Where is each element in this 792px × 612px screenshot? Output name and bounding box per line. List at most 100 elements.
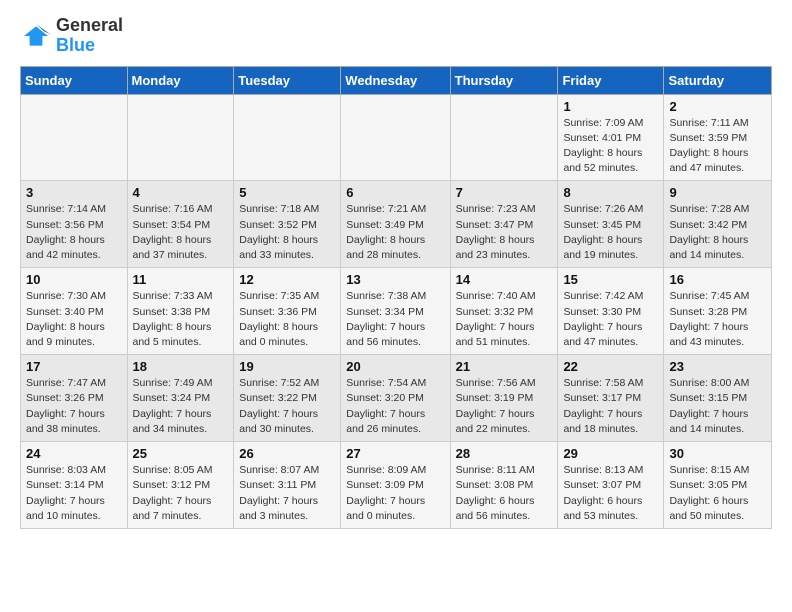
calendar-cell: 23Sunrise: 8:00 AM Sunset: 3:15 PM Dayli…	[664, 355, 772, 442]
day-number: 10	[26, 272, 122, 287]
day-info: Sunrise: 7:47 AM Sunset: 3:26 PM Dayligh…	[26, 376, 122, 437]
day-info: Sunrise: 7:38 AM Sunset: 3:34 PM Dayligh…	[346, 289, 444, 350]
weekday-header-monday: Monday	[127, 66, 234, 94]
calendar-week-4: 17 Sunrise: 7:47 AM Sunset: 3:26 PM Dayli…	[21, 355, 772, 442]
calendar-cell: 1 Sunrise: 7:09 AM Sunset: 4:01 PM Daylig…	[558, 94, 664, 181]
weekday-header-saturday: Saturday	[664, 66, 772, 94]
day-info: Sunrise: 7:33 AM Sunset: 3:38 PM Dayligh…	[133, 289, 229, 350]
day-number: 4	[133, 185, 229, 200]
calendar-cell: 19 Sunrise: 7:52 AM Sunset: 3:22 PM Dayli…	[234, 355, 341, 442]
calendar-cell: 8 Sunrise: 7:26 AM Sunset: 3:45 PM Daylig…	[558, 181, 664, 268]
calendar-cell	[127, 94, 234, 181]
day-info: Sunrise: 8:05 AM Sunset: 3:12 PM Dayligh…	[133, 463, 229, 524]
calendar-cell: 29 Sunrise: 8:13 AM Sunset: 3:07 PM Dayli…	[558, 442, 664, 529]
day-info: Sunrise: 7:26 AM Sunset: 3:45 PM Dayligh…	[563, 202, 658, 263]
logo: General Blue	[20, 16, 123, 56]
day-info: Sunrise: 7:56 AM Sunset: 3:19 PM Dayligh…	[456, 376, 553, 437]
day-info: Sunrise: 7:52 AM Sunset: 3:22 PM Dayligh…	[239, 376, 335, 437]
day-number: 14	[456, 272, 553, 287]
calendar-cell: 26 Sunrise: 8:07 AM Sunset: 3:11 PM Dayli…	[234, 442, 341, 529]
calendar-cell: 9Sunrise: 7:28 AM Sunset: 3:42 PM Daylig…	[664, 181, 772, 268]
day-number: 3	[26, 185, 122, 200]
day-info: Sunrise: 7:18 AM Sunset: 3:52 PM Dayligh…	[239, 202, 335, 263]
header: General Blue	[20, 16, 772, 56]
day-info: Sunrise: 7:45 AM Sunset: 3:28 PM Dayligh…	[669, 289, 766, 350]
day-number: 19	[239, 359, 335, 374]
calendar-cell: 17 Sunrise: 7:47 AM Sunset: 3:26 PM Dayli…	[21, 355, 128, 442]
calendar-cell: 6Sunrise: 7:21 AM Sunset: 3:49 PM Daylig…	[341, 181, 450, 268]
calendar-cell	[234, 94, 341, 181]
day-number: 13	[346, 272, 444, 287]
weekday-header-tuesday: Tuesday	[234, 66, 341, 94]
calendar-cell: 25 Sunrise: 8:05 AM Sunset: 3:12 PM Dayli…	[127, 442, 234, 529]
day-number: 15	[563, 272, 658, 287]
day-number: 1	[563, 99, 658, 114]
day-number: 25	[133, 446, 229, 461]
day-info: Sunrise: 7:16 AM Sunset: 3:54 PM Dayligh…	[133, 202, 229, 263]
day-number: 30	[669, 446, 766, 461]
day-number: 18	[133, 359, 229, 374]
day-number: 26	[239, 446, 335, 461]
calendar-cell	[450, 94, 558, 181]
calendar-cell	[341, 94, 450, 181]
calendar-week-5: 24 Sunrise: 8:03 AM Sunset: 3:14 PM Dayli…	[21, 442, 772, 529]
calendar-cell: 4 Sunrise: 7:16 AM Sunset: 3:54 PM Daylig…	[127, 181, 234, 268]
day-info: Sunrise: 7:14 AM Sunset: 3:56 PM Dayligh…	[26, 202, 122, 263]
day-number: 9	[669, 185, 766, 200]
calendar-cell: 27 Sunrise: 8:09 AM Sunset: 3:09 PM Dayli…	[341, 442, 450, 529]
day-info: Sunrise: 8:03 AM Sunset: 3:14 PM Dayligh…	[26, 463, 122, 524]
calendar-week-3: 10Sunrise: 7:30 AM Sunset: 3:40 PM Dayli…	[21, 268, 772, 355]
day-number: 5	[239, 185, 335, 200]
calendar-cell: 15Sunrise: 7:42 AM Sunset: 3:30 PM Dayli…	[558, 268, 664, 355]
day-info: Sunrise: 8:00 AM Sunset: 3:15 PM Dayligh…	[669, 376, 766, 437]
calendar-cell: 13 Sunrise: 7:38 AM Sunset: 3:34 PM Dayli…	[341, 268, 450, 355]
day-info: Sunrise: 7:58 AM Sunset: 3:17 PM Dayligh…	[563, 376, 658, 437]
calendar-cell: 22 Sunrise: 7:58 AM Sunset: 3:17 PM Dayli…	[558, 355, 664, 442]
day-number: 8	[563, 185, 658, 200]
calendar-table: SundayMondayTuesdayWednesdayThursdayFrid…	[20, 66, 772, 529]
calendar-cell: 16 Sunrise: 7:45 AM Sunset: 3:28 PM Dayli…	[664, 268, 772, 355]
calendar-week-2: 3 Sunrise: 7:14 AM Sunset: 3:56 PM Daylig…	[21, 181, 772, 268]
calendar-cell: 30 Sunrise: 8:15 AM Sunset: 3:05 PM Dayli…	[664, 442, 772, 529]
day-number: 22	[563, 359, 658, 374]
day-info: Sunrise: 8:09 AM Sunset: 3:09 PM Dayligh…	[346, 463, 444, 524]
day-info: Sunrise: 8:15 AM Sunset: 3:05 PM Dayligh…	[669, 463, 766, 524]
calendar-week-1: 1 Sunrise: 7:09 AM Sunset: 4:01 PM Daylig…	[21, 94, 772, 181]
calendar-cell: 14 Sunrise: 7:40 AM Sunset: 3:32 PM Dayli…	[450, 268, 558, 355]
day-number: 24	[26, 446, 122, 461]
day-number: 21	[456, 359, 553, 374]
calendar-header-row: SundayMondayTuesdayWednesdayThursdayFrid…	[21, 66, 772, 94]
day-info: Sunrise: 8:11 AM Sunset: 3:08 PM Dayligh…	[456, 463, 553, 524]
calendar-cell: 2 Sunrise: 7:11 AM Sunset: 3:59 PM Daylig…	[664, 94, 772, 181]
day-number: 16	[669, 272, 766, 287]
calendar-cell: 5 Sunrise: 7:18 AM Sunset: 3:52 PM Daylig…	[234, 181, 341, 268]
day-number: 28	[456, 446, 553, 461]
day-number: 27	[346, 446, 444, 461]
day-info: Sunrise: 8:13 AM Sunset: 3:07 PM Dayligh…	[563, 463, 658, 524]
day-info: Sunrise: 7:21 AM Sunset: 3:49 PM Dayligh…	[346, 202, 444, 263]
weekday-header-wednesday: Wednesday	[341, 66, 450, 94]
calendar-cell	[21, 94, 128, 181]
day-info: Sunrise: 7:23 AM Sunset: 3:47 PM Dayligh…	[456, 202, 553, 263]
day-info: Sunrise: 7:54 AM Sunset: 3:20 PM Dayligh…	[346, 376, 444, 437]
calendar-cell: 18Sunrise: 7:49 AM Sunset: 3:24 PM Dayli…	[127, 355, 234, 442]
calendar-cell: 3 Sunrise: 7:14 AM Sunset: 3:56 PM Daylig…	[21, 181, 128, 268]
calendar-cell: 10Sunrise: 7:30 AM Sunset: 3:40 PM Dayli…	[21, 268, 128, 355]
calendar-cell: 7 Sunrise: 7:23 AM Sunset: 3:47 PM Daylig…	[450, 181, 558, 268]
page: General Blue SundayMondayTuesdayWednesda…	[0, 0, 792, 545]
day-number: 29	[563, 446, 658, 461]
day-number: 17	[26, 359, 122, 374]
day-info: Sunrise: 8:07 AM Sunset: 3:11 PM Dayligh…	[239, 463, 335, 524]
day-info: Sunrise: 7:40 AM Sunset: 3:32 PM Dayligh…	[456, 289, 553, 350]
logo-icon	[20, 20, 52, 52]
day-info: Sunrise: 7:11 AM Sunset: 3:59 PM Dayligh…	[669, 116, 766, 177]
calendar-cell: 11 Sunrise: 7:33 AM Sunset: 3:38 PM Dayli…	[127, 268, 234, 355]
day-number: 2	[669, 99, 766, 114]
calendar-cell: 21 Sunrise: 7:56 AM Sunset: 3:19 PM Dayli…	[450, 355, 558, 442]
calendar-cell: 12Sunrise: 7:35 AM Sunset: 3:36 PM Dayli…	[234, 268, 341, 355]
day-number: 11	[133, 272, 229, 287]
day-info: Sunrise: 7:09 AM Sunset: 4:01 PM Dayligh…	[563, 116, 658, 177]
day-info: Sunrise: 7:35 AM Sunset: 3:36 PM Dayligh…	[239, 289, 335, 350]
day-number: 7	[456, 185, 553, 200]
weekday-header-friday: Friday	[558, 66, 664, 94]
